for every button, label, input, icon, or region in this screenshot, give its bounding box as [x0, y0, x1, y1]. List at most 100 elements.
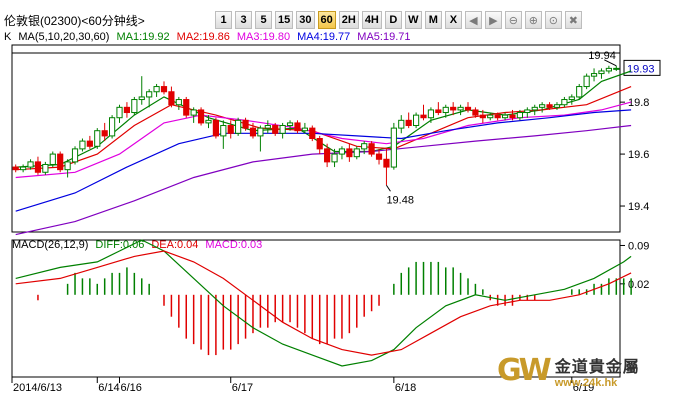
candle-body [346, 148, 353, 158]
candle-body [79, 140, 86, 150]
candle-body [420, 114, 427, 119]
ma-line-ma4 [15, 109, 632, 212]
candle-body [249, 127, 257, 137]
candle-body [57, 153, 64, 171]
candle-body [146, 91, 153, 98]
candle-body [34, 161, 42, 173]
broker-url: www.24k.hk [554, 377, 618, 389]
candle-body [501, 114, 509, 119]
main-panel-frame [11, 44, 621, 233]
candle-body [49, 153, 56, 165]
candle-body [153, 86, 160, 93]
candle-body [413, 114, 420, 127]
candle-body [175, 99, 182, 106]
candle-body [353, 148, 360, 158]
candle-body [205, 119, 212, 124]
diff-line [15, 239, 632, 367]
chart-window: 伦敦银(02300)<60分钟线> 1 3 5 15 30 60 2H 4H D… [0, 0, 694, 402]
candle-body [264, 125, 271, 129]
chart-canvas[interactable]: 19.419.619.819.9319.9419.480.020.092014/… [0, 0, 694, 402]
x-tick-label: 6/17 [232, 382, 253, 394]
candle-body [487, 114, 494, 119]
candle-body [316, 138, 323, 150]
candle-body [435, 109, 442, 114]
candle-body [331, 153, 338, 163]
candle-body [86, 140, 93, 147]
annotation-low-label: 19.48 [386, 194, 414, 206]
candle-body [576, 86, 583, 98]
candle-body [212, 119, 219, 137]
candle-body [375, 153, 383, 160]
candle-body [227, 125, 234, 134]
candle-body [235, 119, 242, 134]
candle-body [383, 158, 390, 168]
candle-body [516, 112, 523, 119]
broker-name: 金道貴金屬 [554, 357, 640, 376]
candle-body [324, 148, 331, 163]
candle-body [42, 163, 49, 173]
candle-body [272, 125, 279, 134]
candle-body [568, 96, 575, 101]
candle-body [286, 122, 294, 127]
broker-logo-mark: GW [497, 353, 552, 388]
candle-body [605, 67, 612, 72]
candle-body [20, 166, 27, 171]
candle-body [64, 161, 71, 171]
broker-logo-text: 金道貴金屬 www.24k.hk [555, 353, 640, 389]
dea-line [15, 250, 632, 356]
candle-body [598, 70, 605, 75]
candle-body [138, 96, 145, 101]
x-tick-label: 6/16 [121, 382, 142, 394]
candle-body [442, 106, 449, 114]
candle-body [472, 109, 479, 116]
candle-body [457, 106, 464, 111]
main-y-tick-label: 19.6 [628, 149, 649, 161]
candle-body [197, 109, 205, 124]
x-tick-label: 2014/6/13 [13, 382, 62, 394]
candle-body [338, 148, 346, 155]
candle-body [539, 104, 546, 108]
ma-line-ma2 [15, 86, 632, 171]
candle-body [131, 99, 138, 114]
candle-body [101, 130, 108, 137]
candle-body [94, 130, 101, 147]
annotation-high-label: 19.94 [588, 50, 616, 62]
candle-body [583, 75, 590, 88]
candle-body [464, 106, 472, 111]
candle-body [509, 114, 516, 119]
candle-body [168, 91, 175, 106]
candle-body [613, 67, 620, 70]
candle-body [427, 109, 435, 119]
candle-body [309, 127, 316, 140]
candle-body [279, 125, 286, 134]
candle-body [546, 104, 553, 108]
candle-body [27, 161, 34, 168]
macd-y-tick-label: 0.09 [628, 240, 649, 252]
annotation-leader-low [386, 184, 391, 192]
candle-body [561, 99, 568, 106]
candle-body [242, 119, 249, 129]
candle-body [368, 143, 375, 155]
candle-body [405, 119, 412, 127]
main-y-tick-label: 19.4 [628, 201, 649, 213]
candle-body [590, 73, 598, 77]
candle-body [71, 148, 79, 163]
candle-body [450, 106, 457, 111]
candle-body [220, 125, 227, 137]
candle-body [160, 86, 168, 93]
candle-body [479, 114, 486, 119]
ma-line-ma3 [15, 101, 632, 179]
broker-logo: GW 金道貴金屬 www.24k.hk [497, 353, 640, 390]
candle-body [257, 127, 264, 137]
candle-body [398, 119, 405, 129]
candle-body [494, 114, 501, 119]
candle-body [294, 122, 301, 132]
candle-body [531, 106, 538, 111]
candle-body [12, 166, 19, 171]
current-price-label: 19.93 [627, 63, 655, 75]
candle-body [390, 127, 397, 168]
candle-body [553, 104, 561, 108]
candle-body [109, 117, 116, 137]
candle-body [361, 143, 368, 150]
candle-body [116, 106, 123, 119]
